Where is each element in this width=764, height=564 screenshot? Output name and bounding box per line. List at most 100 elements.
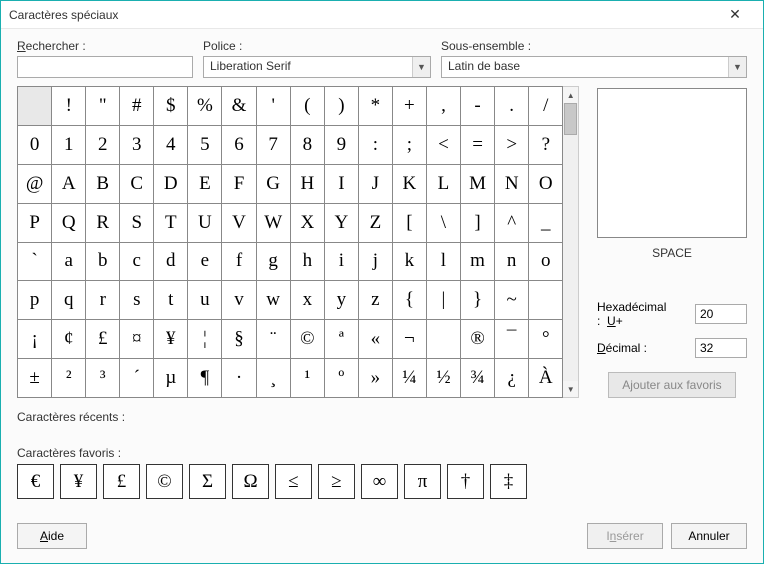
- char-cell[interactable]: ·: [222, 359, 256, 398]
- char-cell[interactable]: m: [460, 242, 494, 281]
- char-cell[interactable]: k: [392, 242, 426, 281]
- char-cell[interactable]: #: [120, 87, 154, 126]
- close-icon[interactable]: ✕: [715, 6, 755, 23]
- char-cell[interactable]: 0: [18, 125, 52, 164]
- char-cell[interactable]: ¬: [392, 320, 426, 359]
- char-cell[interactable]: &: [222, 87, 256, 126]
- char-cell[interactable]: ©: [290, 320, 324, 359]
- char-cell[interactable]: d: [154, 242, 188, 281]
- char-cell[interactable]: ¡: [18, 320, 52, 359]
- char-cell[interactable]: R: [86, 203, 120, 242]
- favorite-cell[interactable]: †: [447, 464, 484, 499]
- favorite-cell[interactable]: ‡: [490, 464, 527, 499]
- char-cell[interactable]: 4: [154, 125, 188, 164]
- char-cell[interactable]: 7: [256, 125, 290, 164]
- scroll-up-icon[interactable]: ▲: [563, 87, 578, 103]
- char-cell[interactable]: °: [529, 320, 563, 359]
- char-cell[interactable]: %: [188, 87, 222, 126]
- char-cell[interactable]: ,: [426, 87, 460, 126]
- char-cell[interactable]: ¦: [188, 320, 222, 359]
- char-cell[interactable]: X: [290, 203, 324, 242]
- char-cell[interactable]: ¸: [256, 359, 290, 398]
- favorite-cell[interactable]: π: [404, 464, 441, 499]
- char-cell[interactable]: Y: [324, 203, 358, 242]
- char-cell[interactable]: g: [256, 242, 290, 281]
- char-cell[interactable]: ¿: [495, 359, 529, 398]
- char-cell[interactable]: I: [324, 164, 358, 203]
- char-cell[interactable]: «: [358, 320, 392, 359]
- char-cell[interactable]: ): [324, 87, 358, 126]
- char-cell[interactable]: ]: [460, 203, 494, 242]
- char-cell[interactable]: U: [188, 203, 222, 242]
- char-cell[interactable]: p: [18, 281, 52, 320]
- char-cell[interactable]: -: [460, 87, 494, 126]
- cancel-button[interactable]: Annuler: [671, 523, 747, 549]
- char-cell[interactable]: z: [358, 281, 392, 320]
- char-cell[interactable]: (: [290, 87, 324, 126]
- char-cell[interactable]: ¹: [290, 359, 324, 398]
- char-cell[interactable]: ¢: [52, 320, 86, 359]
- char-cell[interactable]: µ: [154, 359, 188, 398]
- scroll-thumb[interactable]: [564, 103, 577, 135]
- char-cell[interactable]: o: [529, 242, 563, 281]
- char-cell[interactable]: S: [120, 203, 154, 242]
- char-cell[interactable]: ³: [86, 359, 120, 398]
- char-cell[interactable]: h: [290, 242, 324, 281]
- char-cell[interactable]: n: [495, 242, 529, 281]
- char-cell[interactable]: $: [154, 87, 188, 126]
- favorite-cell[interactable]: Σ: [189, 464, 226, 499]
- char-cell[interactable]: q: [52, 281, 86, 320]
- char-cell[interactable]: y: [324, 281, 358, 320]
- char-cell[interactable]: }: [460, 281, 494, 320]
- char-cell[interactable]: ­: [426, 320, 460, 359]
- char-cell[interactable]: c: [120, 242, 154, 281]
- char-cell[interactable]: \: [426, 203, 460, 242]
- char-cell[interactable]: ~: [495, 281, 529, 320]
- char-cell[interactable]: 9: [324, 125, 358, 164]
- char-cell[interactable]: 5: [188, 125, 222, 164]
- char-cell[interactable]: [529, 281, 563, 320]
- char-cell[interactable]: A: [52, 164, 86, 203]
- char-cell[interactable]: L: [426, 164, 460, 203]
- char-cell[interactable]: F: [222, 164, 256, 203]
- favorite-cell[interactable]: ©: [146, 464, 183, 499]
- favorite-cell[interactable]: €: [17, 464, 54, 499]
- favorite-cell[interactable]: ≤: [275, 464, 312, 499]
- char-cell[interactable]: ¼: [392, 359, 426, 398]
- char-cell[interactable]: À: [529, 359, 563, 398]
- char-cell[interactable]: 3: [120, 125, 154, 164]
- char-cell[interactable]: ¯: [495, 320, 529, 359]
- char-cell[interactable]: §: [222, 320, 256, 359]
- favorite-cell[interactable]: £: [103, 464, 140, 499]
- char-cell[interactable]: ¥: [154, 320, 188, 359]
- char-cell[interactable]: w: [256, 281, 290, 320]
- char-cell[interactable]: /: [529, 87, 563, 126]
- char-cell[interactable]: ': [256, 87, 290, 126]
- favorite-cell[interactable]: Ω: [232, 464, 269, 499]
- char-cell[interactable]: |: [426, 281, 460, 320]
- char-cell[interactable]: 1: [52, 125, 86, 164]
- insert-button[interactable]: Insérer: [587, 523, 663, 549]
- char-cell[interactable]: G: [256, 164, 290, 203]
- char-cell[interactable]: f: [222, 242, 256, 281]
- char-cell[interactable]: 6: [222, 125, 256, 164]
- dec-input[interactable]: [695, 338, 747, 358]
- char-cell[interactable]: B: [86, 164, 120, 203]
- char-cell[interactable]: ª: [324, 320, 358, 359]
- char-cell[interactable]: N: [495, 164, 529, 203]
- char-cell[interactable]: +: [392, 87, 426, 126]
- char-cell[interactable]: £: [86, 320, 120, 359]
- char-cell[interactable]: s: [120, 281, 154, 320]
- char-cell[interactable]: H: [290, 164, 324, 203]
- char-cell[interactable]: º: [324, 359, 358, 398]
- scroll-down-icon[interactable]: ▼: [563, 381, 578, 397]
- char-cell[interactable]: ®: [460, 320, 494, 359]
- char-cell[interactable]: =: [460, 125, 494, 164]
- search-input[interactable]: [17, 56, 193, 78]
- font-select[interactable]: Liberation Serif ▼: [203, 56, 431, 78]
- char-cell[interactable]: Q: [52, 203, 86, 242]
- char-cell[interactable]: D: [154, 164, 188, 203]
- char-cell[interactable]: >: [495, 125, 529, 164]
- char-cell[interactable]: l: [426, 242, 460, 281]
- char-cell[interactable]: r: [86, 281, 120, 320]
